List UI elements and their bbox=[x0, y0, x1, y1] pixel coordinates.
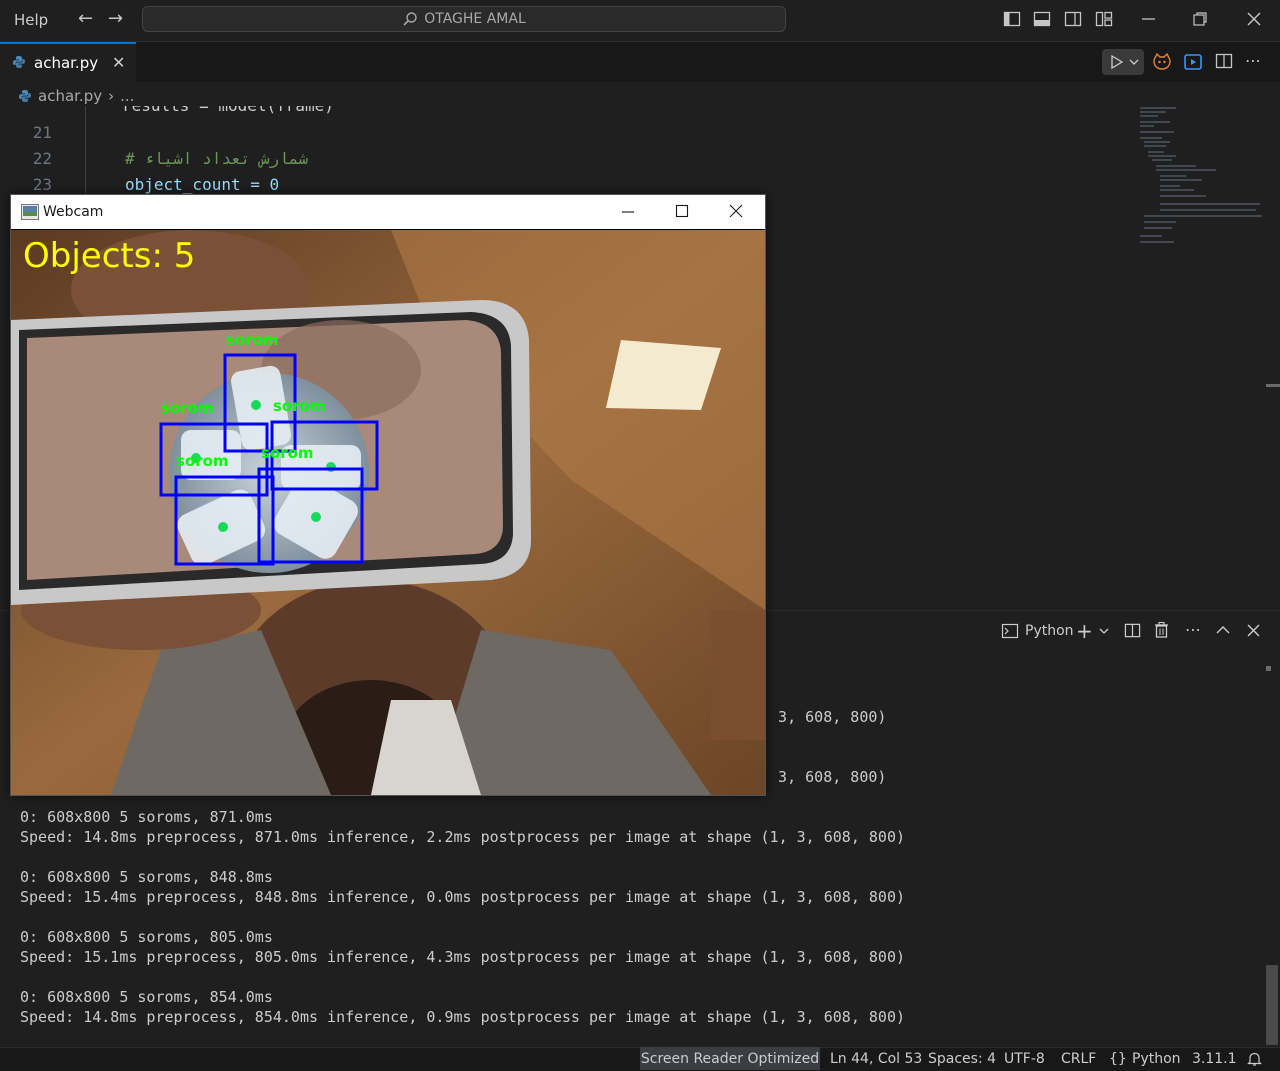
close-window-icon[interactable] bbox=[1245, 10, 1263, 28]
webcam-video-frame: sorom sorom sorom sorom sorom Objects: 5 bbox=[11, 230, 765, 795]
status-eol[interactable]: CRLF bbox=[1061, 1051, 1096, 1067]
split-editor-icon[interactable] bbox=[1215, 52, 1233, 74]
close-window-icon[interactable] bbox=[729, 204, 743, 218]
door-frame bbox=[711, 610, 765, 740]
detection-label: sorom bbox=[273, 397, 326, 415]
terminal-profile-label: Python bbox=[1025, 623, 1074, 639]
detection-label: sorom bbox=[161, 399, 214, 417]
more-actions-icon[interactable]: ⋯ bbox=[1185, 620, 1201, 639]
terminal-profile[interactable]: Python bbox=[1001, 622, 1074, 640]
terminal-line: 0: 608x800 5 soroms, 854.0ms bbox=[20, 988, 273, 1006]
trash-icon[interactable] bbox=[1153, 621, 1170, 639]
toggle-secondary-sidebar-icon[interactable] bbox=[1064, 10, 1082, 28]
restore-window-icon[interactable] bbox=[1191, 10, 1209, 28]
terminal-icon bbox=[1001, 623, 1019, 639]
toggle-panel-icon[interactable] bbox=[1033, 10, 1051, 28]
menu-help[interactable]: Help bbox=[14, 11, 48, 29]
terminal-line: 0: 608x800 5 soroms, 848.8ms bbox=[20, 868, 273, 886]
tab-label: achar.py bbox=[34, 54, 99, 72]
status-interpreter[interactable]: 3.11.1 bbox=[1192, 1051, 1237, 1067]
window-app-icon bbox=[21, 204, 39, 220]
line-number: 22 bbox=[32, 149, 52, 168]
detection-label: sorom bbox=[226, 331, 279, 349]
breadcrumb-chevron-icon: › bbox=[108, 87, 115, 105]
webcam-title-bar[interactable]: Webcam bbox=[11, 195, 765, 229]
code-comment: # شمارش تعداد اشیاء bbox=[125, 149, 309, 168]
back-arrow-icon[interactable]: ← bbox=[78, 8, 93, 29]
status-screen-reader[interactable]: Screen Reader Optimized bbox=[640, 1047, 820, 1070]
split-terminal-icon[interactable] bbox=[1124, 622, 1141, 639]
chevron-down-icon[interactable] bbox=[1099, 627, 1109, 635]
webcam-title: Webcam bbox=[43, 204, 104, 220]
forward-arrow-icon[interactable]: → bbox=[108, 8, 123, 29]
terminal-line: , 3, 608, 800) bbox=[760, 768, 887, 786]
braces-icon: {} bbox=[1109, 1051, 1127, 1067]
terminal-line: , 3, 608, 800) bbox=[760, 708, 887, 726]
search-text: OTAGHE AMAL bbox=[424, 11, 526, 27]
minimize-window-icon[interactable] bbox=[621, 207, 635, 217]
breadcrumb: achar.py › ... bbox=[18, 86, 134, 106]
search-icon bbox=[403, 12, 417, 26]
python-file-icon bbox=[13, 56, 25, 68]
maximize-window-icon[interactable] bbox=[675, 204, 689, 218]
preview-run-icon[interactable] bbox=[1183, 52, 1203, 76]
status-indentation[interactable]: Spaces: 4 bbox=[928, 1051, 996, 1067]
customize-layout-icon[interactable] bbox=[1095, 10, 1113, 28]
terminal-line: Speed: 15.1ms preprocess, 805.0ms infere… bbox=[20, 948, 906, 966]
maximize-panel-icon[interactable] bbox=[1216, 625, 1230, 635]
terminal-scroll-marker bbox=[1266, 666, 1271, 671]
bell-icon[interactable] bbox=[1247, 1051, 1262, 1067]
webcam-window[interactable]: Webcam sorom sorom sorom sorom sorom Obj… bbox=[10, 194, 766, 796]
tab-close-icon[interactable]: ✕ bbox=[112, 53, 125, 72]
status-cursor-position[interactable]: Ln 44, Col 53 bbox=[830, 1051, 922, 1067]
editor-scrollbar-marker[interactable] bbox=[1266, 384, 1280, 387]
ceiling-light bbox=[606, 340, 721, 410]
terminal-line: 0: 608x800 5 soroms, 805.0ms bbox=[20, 928, 273, 946]
status-encoding[interactable]: UTF-8 bbox=[1004, 1051, 1045, 1067]
terminal-line: Speed: 14.8ms preprocess, 871.0ms infere… bbox=[20, 828, 906, 846]
terminal-line: Speed: 14.8ms preprocess, 854.0ms infere… bbox=[20, 1008, 906, 1026]
indent-guide bbox=[85, 106, 86, 196]
copilot-icon[interactable] bbox=[1152, 52, 1172, 76]
detection-label: sorom bbox=[261, 444, 314, 462]
object-count-overlay: Objects: 5 bbox=[23, 236, 195, 276]
command-center-search[interactable]: OTAGHE AMAL bbox=[142, 6, 786, 32]
chevron-down-icon bbox=[1129, 59, 1139, 65]
code-line-partial: results = model(frame) bbox=[122, 106, 334, 115]
minimize-window-icon[interactable] bbox=[1140, 10, 1158, 28]
python-file-icon bbox=[19, 90, 31, 102]
more-actions-icon[interactable]: ⋯ bbox=[1245, 51, 1261, 70]
run-icon bbox=[1111, 54, 1124, 70]
breadcrumb-file[interactable]: achar.py bbox=[38, 87, 102, 105]
new-terminal-icon[interactable]: + bbox=[1076, 619, 1093, 643]
run-python-file-button[interactable] bbox=[1102, 49, 1144, 75]
status-language[interactable]: Python bbox=[1132, 1051, 1181, 1067]
terminal-line: Speed: 15.4ms preprocess, 848.8ms infere… bbox=[20, 888, 906, 906]
tab-bar bbox=[0, 42, 1280, 82]
tab-achar-py[interactable]: achar.py ✕ bbox=[0, 42, 136, 82]
code-assignment: object_count = 0 bbox=[125, 175, 280, 194]
terminal-scrollbar[interactable] bbox=[1266, 965, 1278, 1045]
minimap[interactable] bbox=[1136, 104, 1266, 254]
line-number: 23 bbox=[32, 175, 52, 194]
terminal-line: 0: 608x800 5 soroms, 871.0ms bbox=[20, 808, 273, 826]
toggle-primary-sidebar-icon[interactable] bbox=[1003, 10, 1021, 28]
detection-label: sorom bbox=[176, 452, 229, 470]
breadcrumb-more[interactable]: ... bbox=[120, 87, 134, 105]
line-number: 21 bbox=[32, 123, 52, 142]
close-panel-icon[interactable] bbox=[1247, 624, 1260, 637]
